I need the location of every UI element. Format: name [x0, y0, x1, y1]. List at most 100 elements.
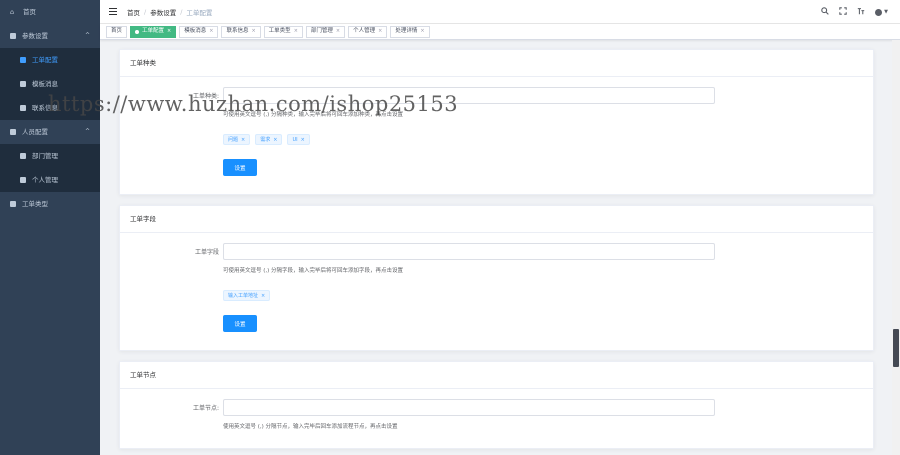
form-row: 工单节点:: [120, 398, 873, 416]
active-dot-icon: [135, 29, 140, 34]
chevron-up-icon: ^: [84, 128, 90, 135]
ticket-node-input[interactable]: [223, 398, 715, 416]
card-ticket-category: 工单种类 工单种类: 可使用英文逗号 (,) 分隔种类，输入完毕后将可回车添加种…: [119, 49, 874, 195]
tag-personal[interactable]: 个人管理 ×: [348, 25, 388, 38]
card-body: 工单字段 可使用英文逗号 (,) 分隔字段，输入完毕后将可回车添加字段，再点击设…: [120, 233, 873, 350]
breadcrumb-separator: /: [180, 7, 183, 16]
chip-label: UI: [292, 136, 298, 143]
close-icon[interactable]: ×: [251, 26, 255, 37]
breadcrumb: 首页 / 参数设置 / 工单配置: [127, 7, 212, 17]
sidebar-item-personal[interactable]: 个人管理: [0, 168, 100, 192]
help-text: 使用英文逗号 (,) 分隔节点，输入完毕后回车添加流程节点，再点击设置: [223, 424, 398, 430]
close-icon[interactable]: ×: [336, 26, 340, 37]
field-label: 工单节点:: [192, 404, 219, 412]
caret-down-icon: ▼: [884, 9, 888, 15]
chip-label: 需求: [260, 136, 271, 143]
navbar-actions: ▼: [821, 0, 888, 24]
sidebar: ⌂ 首页 参数设置 ^ 工单配置 模板消息 联系信息 人员配置 ^ 部门管理 个…: [0, 0, 100, 455]
set-button[interactable]: 设置: [223, 159, 257, 176]
sidebar-item-ticket-type[interactable]: 工单类型: [0, 192, 100, 216]
tag-home[interactable]: 首页: [106, 25, 128, 38]
chevron-up-icon: ^: [84, 32, 90, 39]
tag-ticket-type[interactable]: 工单类型 ×: [263, 25, 303, 38]
breadcrumb-item[interactable]: 参数设置: [150, 7, 176, 17]
home-icon: ⌂: [10, 7, 15, 16]
close-icon[interactable]: ×: [209, 26, 213, 37]
tag-ticket-config[interactable]: 工单配置 ×: [130, 25, 177, 38]
breadcrumb-separator: /: [144, 7, 147, 16]
search-icon[interactable]: [821, 7, 829, 17]
card-title: 工单种类: [120, 50, 873, 77]
chip-label: 问题: [228, 136, 239, 143]
chip: UI ×: [287, 134, 310, 145]
sidebar-group-label: 参数设置: [22, 32, 48, 40]
close-icon[interactable]: ×: [241, 135, 245, 145]
breadcrumb-item[interactable]: 首页: [127, 7, 140, 17]
card-ticket-node: 工单节点 工单节点: 使用英文逗号 (,) 分隔节点，输入完毕后回车添加流程节点…: [119, 361, 874, 449]
tag-label: 模板消息: [184, 28, 207, 34]
staff-icon: [10, 129, 16, 135]
contact-icon: [20, 105, 26, 111]
field-label: 工单字段: [194, 248, 219, 256]
chip: 需求 ×: [255, 134, 283, 145]
navbar: 首页 / 参数设置 / 工单配置 ▼: [100, 0, 900, 24]
chip: 问题 ×: [223, 134, 251, 145]
set-button[interactable]: 设置: [223, 315, 257, 332]
tag-label: 工单类型: [268, 28, 291, 34]
ticket-config-icon: [20, 57, 26, 63]
sidebar-item-label: 首页: [23, 8, 36, 16]
close-icon[interactable]: ×: [261, 291, 265, 301]
tag-template-msg[interactable]: 模板消息 ×: [179, 25, 219, 38]
close-icon[interactable]: ×: [420, 26, 424, 37]
sidebar-item-label: 部门管理: [32, 152, 58, 160]
tag-department[interactable]: 部门管理 ×: [305, 25, 346, 38]
hamburger-icon[interactable]: [109, 8, 117, 15]
close-icon[interactable]: ×: [273, 135, 277, 145]
tag-label: 首页: [111, 28, 123, 34]
chip-label: 输入工单地址: [228, 292, 259, 299]
sidebar-item-label: 工单配置: [32, 56, 58, 64]
scrollbar[interactable]: [892, 40, 900, 455]
card-ticket-field: 工单字段 工单字段 可使用英文逗号 (,) 分隔字段，输入完毕后将可回车添加字段…: [119, 205, 874, 351]
sidebar-item-home[interactable]: ⌂ 首页: [0, 0, 100, 24]
sidebar-item-label: 个人管理: [32, 176, 58, 184]
form-row: 工单字段: [120, 242, 873, 260]
user-icon: [875, 8, 883, 16]
close-icon[interactable]: ×: [294, 26, 298, 37]
params-icon: [10, 33, 16, 39]
tag-process-detail[interactable]: 处理详情 ×: [390, 25, 430, 38]
department-icon: [20, 153, 26, 159]
breadcrumb-current: 工单配置: [186, 8, 213, 17]
ticket-field-input[interactable]: [223, 242, 715, 260]
watermark-text: https://www.huzhan.com/ishop25153: [48, 92, 459, 116]
user-avatar[interactable]: ▼: [875, 8, 888, 16]
card-title: 工单字段: [120, 206, 873, 233]
sidebar-group-params[interactable]: 参数设置 ^: [0, 24, 100, 48]
personal-icon: [20, 177, 26, 183]
ticket-type-icon: [10, 201, 16, 207]
scrollbar-thumb[interactable]: [893, 329, 899, 367]
sidebar-item-label: 工单类型: [22, 200, 48, 208]
sidebar-item-ticket-config[interactable]: 工单配置: [0, 48, 100, 72]
sidebar-item-department[interactable]: 部门管理: [0, 144, 100, 168]
card-title: 工单节点: [120, 362, 873, 389]
card-body: 工单节点: 使用英文逗号 (,) 分隔节点，输入完毕后回车添加流程节点，再点击设…: [120, 389, 873, 448]
close-icon[interactable]: ×: [167, 26, 171, 37]
close-icon[interactable]: ×: [301, 135, 305, 145]
chip-list: 输入工单地址 ×: [223, 290, 873, 301]
sidebar-group-staff[interactable]: 人员配置 ^: [0, 120, 100, 144]
help-text: 可使用英文逗号 (,) 分隔字段，输入完毕后将可回车添加字段，再点击设置: [223, 268, 404, 274]
fullscreen-icon[interactable]: [839, 7, 847, 17]
close-icon[interactable]: ×: [378, 26, 382, 37]
tags-view: 首页 工单配置 × 模板消息 × 联系信息 × 工单类型 × 部门管理 × 个人…: [100, 24, 900, 40]
chip-list: 问题 × 需求 × UI ×: [223, 134, 873, 145]
tag-label: 部门管理: [310, 28, 333, 34]
tag-label: 处理详情: [395, 28, 418, 34]
submenu-staff: 部门管理 个人管理: [0, 144, 100, 192]
template-icon: [20, 81, 26, 87]
tag-label: 个人管理: [353, 28, 376, 34]
tag-contact[interactable]: 联系信息 ×: [221, 25, 261, 38]
tag-label: 工单配置: [142, 28, 165, 34]
font-size-icon[interactable]: [857, 7, 865, 17]
tag-label: 联系信息: [226, 28, 249, 34]
